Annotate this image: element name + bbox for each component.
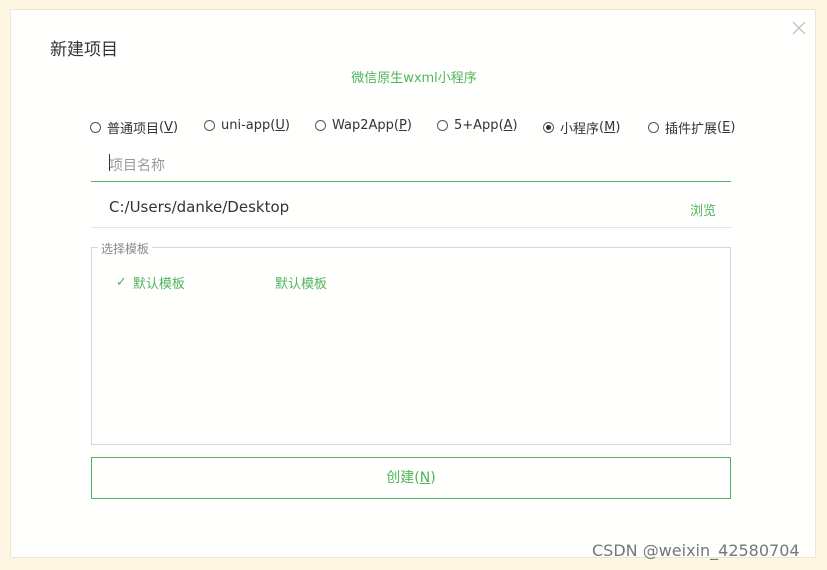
template-type-subtitle: 微信原生wxml小程序 <box>351 71 477 86</box>
radio-shortcut: P <box>399 118 407 133</box>
template-selector: 选择模板 ✓ 默认模板 默认模板 <box>91 240 731 445</box>
radio-label: 普通项目 <box>107 122 160 137</box>
radio-label: uni-app <box>221 118 271 133</box>
create-button-shortcut: N <box>419 470 431 486</box>
radio-label: 小程序 <box>560 122 600 137</box>
radio-dot <box>648 122 659 133</box>
radio-label: 5+App <box>454 118 499 133</box>
template-label: 默认模板 <box>132 277 185 292</box>
close-icon[interactable] <box>789 18 809 38</box>
template-label: 默认模板 <box>275 277 328 292</box>
radio-normal-project[interactable]: 普通项目(V) <box>90 118 178 137</box>
project-name-input[interactable] <box>91 151 731 182</box>
radio-label: 插件扩展 <box>665 122 718 137</box>
radio-shortcut: M <box>604 120 616 135</box>
template-item-default[interactable]: 默认模板 <box>275 273 327 292</box>
template-item-default-selected[interactable]: ✓ 默认模板 <box>116 273 185 292</box>
create-button[interactable]: 创建(N) <box>91 457 731 499</box>
browse-button[interactable]: 浏览 <box>690 200 716 219</box>
new-project-dialog: 新建项目 微信原生wxml小程序 普通项目(V) uni-app(U) Wap2… <box>10 9 816 558</box>
project-path-row: C:/Users/danke/Desktop 浏览 <box>91 196 731 228</box>
radio-dot <box>437 120 448 131</box>
radio-dot <box>90 122 101 133</box>
radio-shortcut: V <box>164 120 173 135</box>
radio-dot-checked <box>543 122 554 133</box>
check-icon: ✓ <box>116 275 127 290</box>
radio-5plus-app[interactable]: 5+App(A) <box>437 118 518 133</box>
project-type-radio-group: 普通项目(V) uni-app(U) Wap2App(P) 5+App(A) 小… <box>90 118 740 137</box>
create-button-label: 创建 <box>386 470 415 486</box>
radio-dot <box>204 120 215 131</box>
radio-dot <box>315 120 326 131</box>
dialog-title: 新建项目 <box>50 40 118 60</box>
template-legend: 选择模板 <box>98 240 153 257</box>
radio-uni-app[interactable]: uni-app(U) <box>204 118 290 133</box>
radio-plugin-extension[interactable]: 插件扩展(E) <box>648 118 735 137</box>
watermark: CSDN @weixin_42580704 <box>592 541 800 560</box>
text-caret <box>109 154 110 171</box>
project-path-field[interactable]: C:/Users/danke/Desktop <box>109 198 289 216</box>
radio-label: Wap2App <box>332 118 394 133</box>
radio-shortcut: E <box>722 120 731 135</box>
radio-mini-program[interactable]: 小程序(M) <box>543 118 620 137</box>
radio-shortcut: U <box>275 118 285 133</box>
radio-wap2app[interactable]: Wap2App(P) <box>315 118 412 133</box>
radio-shortcut: A <box>503 118 513 133</box>
